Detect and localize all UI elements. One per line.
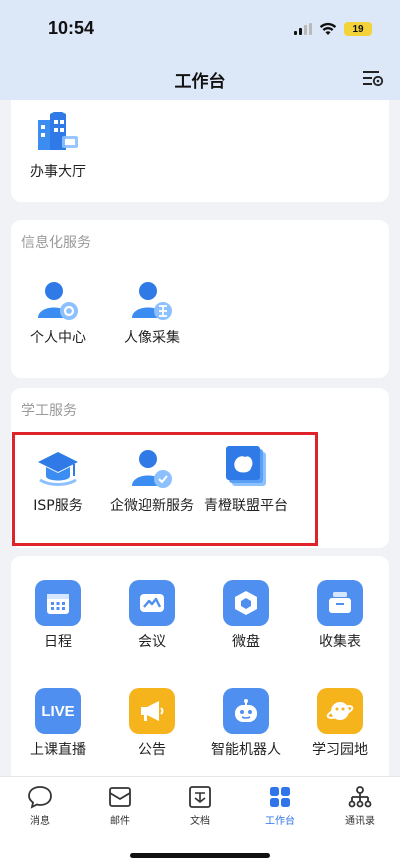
user-settings-icon [36,278,80,322]
tab-messages[interactable]: 消息 [0,785,80,827]
collect-form-label: 收集表 [319,634,361,650]
stacked-cards-icon [224,446,268,490]
document-icon [189,786,211,808]
page-title: 工作台 [174,72,226,92]
service-hall-card: 办事大厅 [11,100,389,202]
building-icon [36,110,80,156]
info-services-title: 信息化服务 [21,235,91,251]
status-bar: 10:54 19 [0,0,400,56]
isp-service-label: ISP服务 [33,498,83,514]
tab-docs-label: 文档 [190,816,210,827]
chat-bubble-icon [28,786,52,809]
calendar-icon [35,580,81,626]
wecom-welcome-item[interactable]: 企微迎新服务 [105,446,199,515]
tab-mail-label: 邮件 [110,816,130,827]
qingcheng-alliance-item[interactable]: 青橙联盟平台 [199,446,293,515]
weipan-item[interactable]: 微盘 [199,580,293,651]
planet-icon [317,688,363,734]
announcement-item[interactable]: 公告 [105,688,199,759]
grid-icon [270,787,290,807]
settings-menu-icon[interactable] [362,68,384,88]
study-garden-item[interactable]: 学习园地 [293,688,387,759]
meeting-icon [129,580,175,626]
tab-messages-label: 消息 [30,816,50,827]
apps-card: 日程 会议 微盘 收集表 LIVE 上课直播 公告 智能机器人 学习园地 [11,556,389,776]
tab-contacts[interactable]: 通讯录 [320,785,400,827]
portrait-capture-label: 人像采集 [124,330,180,346]
signal-icon [294,23,312,35]
home-indicator [130,853,270,858]
calendar-label: 日程 [44,634,72,650]
form-tray-icon [317,580,363,626]
collect-form-item[interactable]: 收集表 [293,580,387,651]
live-icon: LIVE [35,688,81,734]
robot-item[interactable]: 智能机器人 [199,688,293,759]
meeting-label: 会议 [138,634,166,650]
tab-workbench-label: 工作台 [265,816,295,827]
org-chart-icon [348,786,372,808]
graduation-cap-icon [36,446,80,490]
tab-contacts-label: 通讯录 [345,816,375,827]
weipan-label: 微盘 [232,634,260,650]
tab-docs[interactable]: 文档 [160,785,240,827]
portrait-capture-item[interactable]: 人像采集 [105,278,199,347]
study-garden-label: 学习园地 [312,742,368,758]
battery-icon: 19 [344,22,372,36]
announcement-label: 公告 [138,742,166,758]
service-hall-label: 办事大厅 [30,164,86,180]
megaphone-icon [129,688,175,734]
robot-label: 智能机器人 [211,742,281,758]
status-icons: 19 [294,22,372,36]
personal-center-item[interactable]: 个人中心 [11,278,105,347]
tab-workbench[interactable]: 工作台 [240,785,320,827]
user-capture-icon [130,278,174,322]
student-services-card: 学工服务 ISP服务 企微迎新服务 青橙联盟平台 [11,388,389,548]
info-services-card: 信息化服务 个人中心 人像采集 [11,220,389,378]
drive-icon [223,580,269,626]
wifi-icon [319,22,337,35]
personal-center-label: 个人中心 [30,330,86,346]
student-services-title: 学工服务 [21,403,77,419]
mail-icon [109,787,131,807]
qingcheng-alliance-label: 青橙联盟平台 [204,498,288,514]
meeting-item[interactable]: 会议 [105,580,199,651]
nav-bar: 工作台 [0,56,400,100]
status-time: 10:54 [48,18,95,38]
user-check-icon [130,446,174,490]
calendar-item[interactable]: 日程 [11,580,105,651]
live-class-item[interactable]: LIVE 上课直播 [11,688,105,759]
isp-service-item[interactable]: ISP服务 [11,446,105,515]
tab-mail[interactable]: 邮件 [80,785,160,827]
robot-icon [223,688,269,734]
live-class-label: 上课直播 [30,742,86,758]
workbench-content[interactable]: 办事大厅 信息化服务 个人中心 人像采集 学工服务 ISP服务 企微迎新服务 青… [0,100,400,776]
service-hall-item[interactable]: 办事大厅 [11,110,105,181]
wecom-welcome-label: 企微迎新服务 [110,498,194,514]
